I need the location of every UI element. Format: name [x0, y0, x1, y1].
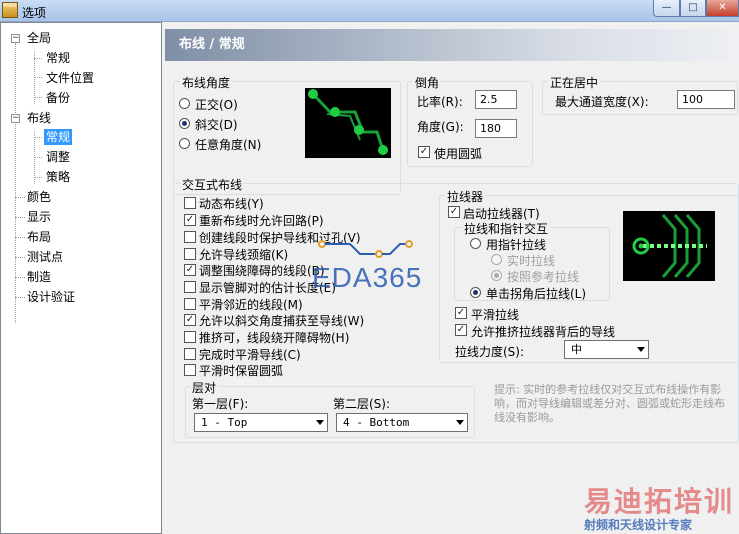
puller-interaction-legend: 拉线和指针交互	[462, 220, 551, 237]
hint-text: 提示: 实时的参考拉线仅对交互式布线操作有影响，而对导线编辑或差分对、圆弧或蛇形…	[494, 383, 725, 424]
tree-item-file-locations[interactable]: 文件位置	[46, 70, 94, 86]
label-dynamic-routing[interactable]: 动态布线(Y)	[199, 195, 264, 212]
checkbox-allow-necking[interactable]	[184, 248, 196, 260]
page-title: 布线 / 常规	[165, 29, 739, 61]
label-show-pin-pair-length[interactable]: 显示管脚对的估计长度(E)	[199, 279, 336, 296]
ratio-label: 比率(R):	[417, 95, 463, 109]
radio-diagonal-label[interactable]: 斜交(D)	[195, 116, 238, 133]
radio-reference-pull[interactable]	[491, 270, 502, 281]
checkbox-protect-traces[interactable]	[184, 231, 196, 243]
options-tree[interactable]: − 全局 常规 文件位置 备份 − 布线 常规 调整 策略 颜色 显示 布局 测…	[0, 22, 162, 534]
label-reference-pull[interactable]: 按照参考拉线	[507, 268, 579, 285]
radio-orthogonal-label[interactable]: 正交(O)	[195, 96, 238, 113]
label-smooth-on-complete[interactable]: 完成时平滑导线(C)	[199, 346, 301, 363]
ratio-input[interactable]: 2.5	[475, 90, 517, 109]
radio-pointer-pull[interactable]	[470, 238, 481, 249]
checkbox-allow-loops[interactable]: ✓	[184, 214, 196, 226]
chevron-down-icon	[637, 347, 645, 352]
first-layer-label: 第一层(F):	[192, 397, 249, 411]
maximize-button[interactable]: □	[680, 0, 706, 17]
app-icon: PADS	[2, 2, 18, 18]
label-allow-loops[interactable]: 重新布线时允许回路(P)	[199, 212, 324, 229]
tree-item-placement[interactable]: 布局	[27, 229, 51, 245]
chamfer-legend: 倒角	[413, 74, 442, 91]
tree-item-display[interactable]: 显示	[27, 209, 51, 225]
interactive-routing-legend: 交互式布线	[180, 176, 245, 193]
tree-item-manufacturing[interactable]: 制造	[27, 269, 51, 285]
checkbox-show-pin-pair-length[interactable]	[184, 281, 196, 293]
pull-force-label: 拉线力度(S):	[455, 345, 525, 359]
max-channel-width-label: 最大通道宽度(X):	[555, 95, 649, 109]
angle-input[interactable]: 180	[475, 119, 517, 138]
checkbox-snap-diagonal[interactable]: ✓	[184, 314, 196, 326]
second-layer-label: 第二层(S):	[333, 397, 391, 411]
checkbox-push-around[interactable]	[184, 331, 196, 343]
label-smooth-pull[interactable]: 平滑拉线	[471, 306, 519, 323]
first-layer-select[interactable]: 1 - Top	[194, 413, 328, 432]
label-allow-push-behind[interactable]: 允许推挤拉线器背后的导线	[471, 323, 615, 340]
label-snap-diagonal[interactable]: 允许以斜交角度捕获至导线(W)	[199, 312, 364, 329]
tree-item-design-verification[interactable]: 设计验证	[27, 289, 75, 305]
second-layer-select[interactable]: 4 - Bottom	[336, 413, 468, 432]
use-arc-label[interactable]: 使用圆弧	[434, 145, 482, 162]
label-click-corner-pull[interactable]: 单击拐角后拉线(L)	[486, 285, 586, 302]
max-channel-width-input[interactable]: 100	[677, 90, 735, 109]
second-layer-value: 4 - Bottom	[343, 416, 410, 429]
radio-click-corner-pull[interactable]	[470, 287, 481, 298]
routing-angle-legend: 布线角度	[180, 74, 233, 91]
use-arc-checkbox[interactable]: ✓	[418, 146, 430, 158]
settings-panel: 布线 / 常规 布线角度 正交(O) 斜交(D) 任意角度(N) 倒角 比率(R…	[165, 29, 739, 534]
angle-preview-image	[305, 88, 391, 158]
tree-item-test-points[interactable]: 测试点	[27, 249, 63, 265]
label-allow-necking[interactable]: 允许导线颈缩(K)	[199, 246, 288, 263]
checkbox-adjust-around-obstacles[interactable]: ✓	[184, 264, 196, 276]
checkbox-keep-arcs[interactable]	[184, 364, 196, 376]
tree-item-backup[interactable]: 备份	[46, 90, 70, 106]
minimize-icon: —	[661, 2, 672, 13]
close-icon: ✕	[718, 2, 727, 13]
collapse-routing-icon[interactable]: −	[11, 114, 20, 123]
angle-label: 角度(G):	[417, 120, 464, 134]
radio-realtime-pull[interactable]	[491, 254, 502, 265]
label-push-around[interactable]: 推挤可，线段绕开障碍物(H)	[199, 329, 349, 346]
label-realtime-pull[interactable]: 实时拉线	[507, 252, 555, 269]
label-smooth-adjacent[interactable]: 平滑邻近的线段(M)	[199, 296, 303, 313]
tree-item-global-general[interactable]: 常规	[46, 50, 70, 66]
checkbox-allow-push-behind[interactable]: ✓	[455, 324, 467, 336]
radio-any-angle-label[interactable]: 任意角度(N)	[195, 136, 261, 153]
minimize-button[interactable]: —	[653, 0, 680, 17]
tree-item-tuning[interactable]: 调整	[46, 149, 70, 165]
checkbox-dynamic-routing[interactable]	[184, 197, 196, 209]
tree-item-global[interactable]: 全局	[27, 30, 51, 46]
checkbox-enable-puller[interactable]: ✓	[448, 206, 460, 218]
radio-diagonal[interactable]	[179, 118, 190, 129]
radio-orthogonal[interactable]	[179, 98, 190, 109]
tree-item-routing-general[interactable]: 常规	[44, 129, 73, 145]
label-keep-arcs[interactable]: 平滑时保留圆弧	[199, 362, 283, 379]
chevron-down-icon	[316, 420, 324, 425]
pull-force-select[interactable]: 中	[564, 340, 649, 359]
checkbox-smooth-adjacent[interactable]	[184, 298, 196, 310]
title-bar: PADS 选项 — □ ✕	[0, 0, 739, 22]
tree-item-strategy[interactable]: 策略	[46, 169, 70, 185]
label-adjust-around-obstacles[interactable]: 调整围绕障碍的线段(B)	[199, 262, 325, 279]
label-protect-traces[interactable]: 创建线段时保护导线和过孔(V)	[199, 229, 361, 246]
close-button[interactable]: ✕	[706, 0, 739, 17]
pull-force-value: 中	[571, 343, 582, 356]
collapse-global-icon[interactable]: −	[11, 34, 20, 43]
centering-legend: 正在居中	[548, 74, 601, 91]
checkbox-smooth-on-complete[interactable]	[184, 348, 196, 360]
tree-item-colors[interactable]: 颜色	[27, 189, 51, 205]
maximize-icon: □	[688, 2, 698, 13]
puller-legend: 拉线器	[445, 188, 486, 205]
layer-pair-legend: 层对	[190, 379, 219, 396]
window-title: 选项	[22, 6, 47, 20]
puller-preview-image	[623, 211, 715, 281]
first-layer-value: 1 - Top	[201, 416, 248, 429]
label-pointer-pull[interactable]: 用指针拉线	[486, 236, 546, 253]
radio-any-angle[interactable]	[179, 138, 190, 149]
chevron-down-icon	[456, 420, 464, 425]
tree-item-routing[interactable]: 布线	[27, 110, 51, 126]
checkbox-smooth-pull[interactable]: ✓	[455, 307, 467, 319]
